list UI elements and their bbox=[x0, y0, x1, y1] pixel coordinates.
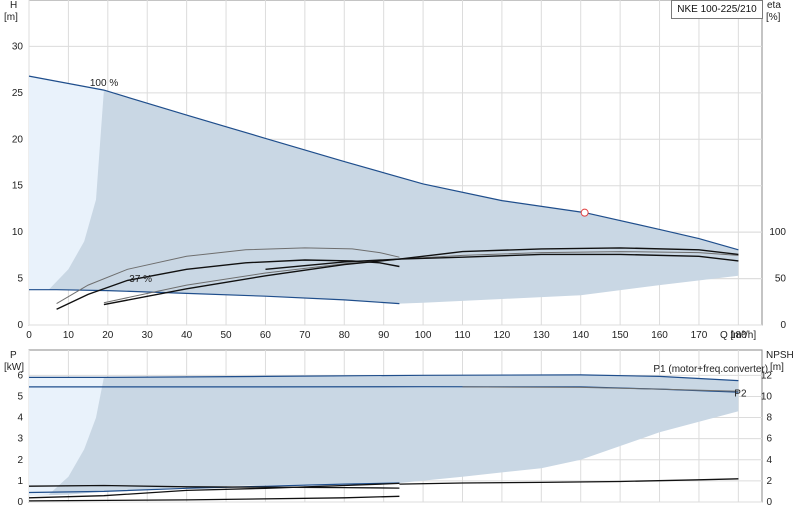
x-tick-label: 10 bbox=[63, 330, 75, 341]
eta-tick-label: 50 bbox=[775, 274, 787, 285]
bottom-y-label: P bbox=[10, 350, 17, 361]
top-eta-tick-labels: 0 50 100 bbox=[769, 227, 786, 331]
x-tick-label: 150 bbox=[612, 330, 629, 341]
y-tick-label: 15 bbox=[12, 181, 24, 192]
x-tick-label: 170 bbox=[691, 330, 708, 341]
pump-curve-chart: 100 % 37 % 0 10 20 30 40 50 60 70 80 90 100 110 120 13… bbox=[0, 0, 800, 520]
bottom-npsh-tick-labels: 024681012 bbox=[761, 370, 773, 508]
x-tick-label: 50 bbox=[220, 330, 232, 341]
top-y-label: H bbox=[10, 0, 17, 11]
chart-canvas: 100 %37 % 0 10 20 30 40 50 60 70 80 90 100 110 120 13… bbox=[4, 0, 794, 508]
x-tick-label: 110 bbox=[455, 330, 471, 341]
x-tick-label: 40 bbox=[181, 330, 193, 341]
y-tick-label: 1 bbox=[17, 476, 23, 487]
top-y-tick-labels: 0 5 10 15 20 25 30 bbox=[12, 41, 24, 331]
x-tick-label: 0 bbox=[26, 330, 32, 341]
power-npsh-plot: P1 (motor+freq.converter)P2 0123456 0246… bbox=[4, 349, 794, 508]
x-tick-label: 90 bbox=[378, 330, 390, 341]
eta-tick-label: 0 bbox=[780, 320, 786, 331]
npsh-tick-label: 8 bbox=[766, 413, 772, 424]
x-tick-label: 30 bbox=[142, 330, 154, 341]
npsh-tick-label: 10 bbox=[761, 391, 773, 402]
annotation-label: 37 % bbox=[129, 274, 152, 285]
annotation-label: 100 % bbox=[90, 78, 118, 89]
top-eta-label: eta bbox=[767, 0, 781, 11]
x-tick-label: 160 bbox=[651, 330, 668, 341]
y-tick-label: 2 bbox=[17, 455, 23, 466]
x-axis-label: Q [m³/h] bbox=[720, 330, 756, 341]
y-tick-label: 5 bbox=[17, 391, 23, 402]
x-tick-label: 140 bbox=[572, 330, 589, 341]
annotation-label: P2 bbox=[734, 388, 747, 399]
y-tick-label: 20 bbox=[12, 134, 24, 145]
y-tick-label: 25 bbox=[12, 88, 24, 99]
y-tick-label: 0 bbox=[17, 497, 23, 508]
npsh-tick-label: 6 bbox=[766, 434, 772, 445]
npsh-tick-label: 2 bbox=[766, 476, 772, 487]
top-y-unit: [m] bbox=[4, 12, 18, 23]
annotation-label: P1 (motor+freq.converter) bbox=[653, 364, 768, 375]
bottom-y-tick-labels: 0123456 bbox=[17, 370, 23, 508]
bottom-npsh-unit: [m] bbox=[770, 362, 784, 373]
y-tick-label: 4 bbox=[17, 413, 23, 424]
x-tick-label: 120 bbox=[494, 330, 511, 341]
eta-tick-label: 100 bbox=[769, 227, 786, 238]
x-tick-label: 80 bbox=[339, 330, 351, 341]
y-tick-label: 0 bbox=[17, 320, 23, 331]
x-tick-label: 100 bbox=[415, 330, 432, 341]
top-eta-unit: [%] bbox=[766, 12, 781, 23]
pump-model-title: NKE 100-225/210 bbox=[671, 0, 763, 19]
npsh-tick-label: 4 bbox=[766, 455, 772, 466]
bottom-npsh-label: NPSH bbox=[766, 350, 794, 361]
x-tick-label: 130 bbox=[533, 330, 550, 341]
y-tick-label: 3 bbox=[17, 434, 23, 445]
y-tick-label: 10 bbox=[12, 227, 24, 238]
y-tick-label: 30 bbox=[12, 41, 24, 52]
operating-point-marker bbox=[580, 208, 589, 217]
npsh-tick-label: 0 bbox=[766, 497, 772, 508]
top-x-tick-labels: 0 10 20 30 40 50 60 70 80 90 100 110 120 130 140 150 160… bbox=[26, 330, 747, 341]
bottom-y-unit: [kW] bbox=[4, 362, 24, 373]
y-tick-label: 5 bbox=[17, 274, 23, 285]
x-tick-label: 20 bbox=[102, 330, 114, 341]
x-tick-label: 70 bbox=[299, 330, 311, 341]
x-tick-label: 60 bbox=[260, 330, 272, 341]
head-efficiency-plot: 100 %37 % 0 10 20 30 40 50 60 70 80 90 100 110 120 13… bbox=[4, 0, 786, 341]
